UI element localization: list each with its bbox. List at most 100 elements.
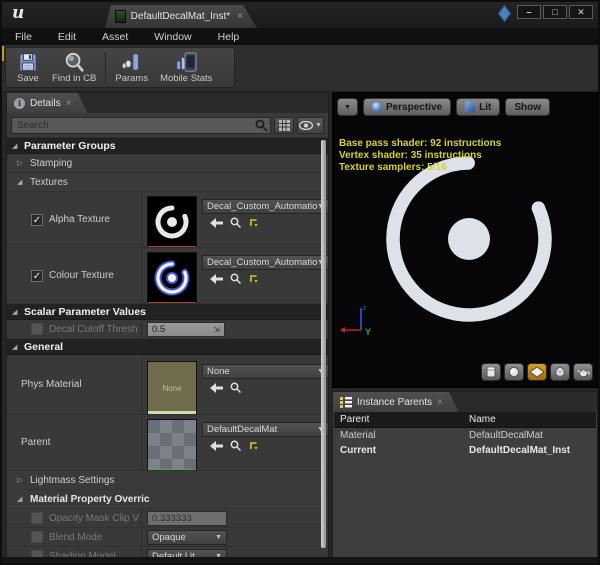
parent-thumbnail[interactable]: [147, 419, 197, 470]
mobile-stats-button[interactable]: Mobile Stats: [154, 50, 218, 85]
colour-texture-combo[interactable]: Decal_Custom_Automation_0000 ▼: [202, 255, 328, 270]
table-row[interactable]: Material DefaultDecalMat: [334, 428, 596, 443]
collapsed-arrow-icon: ▷: [17, 477, 23, 484]
menu-bar: File Edit Asset Window Help: [2, 28, 598, 45]
instance-parents-tab[interactable]: Instance Parents ×: [333, 392, 459, 412]
editor-window: u DefaultDecalMat_Inst* × – □ ✕ File Edi…: [0, 0, 600, 565]
menu-window[interactable]: Window: [141, 31, 204, 43]
expand-arrow-icon: ◢: [12, 343, 18, 351]
expand-arrow-icon: ◢: [12, 142, 18, 150]
details-scrollbar[interactable]: [321, 140, 326, 548]
row-decal-cutoff: Decal Cutoff Thresh 0.5 ⇲: [7, 320, 328, 339]
show-button[interactable]: Show: [505, 98, 550, 116]
menu-help[interactable]: Help: [205, 31, 253, 43]
row-parent: Parent DefaultDecalMat ▼: [7, 415, 328, 471]
cube-icon: [555, 366, 565, 378]
details-tab[interactable]: i Details ×: [7, 93, 87, 113]
viewport-toolbar: ▼ Perspective Lit Show: [337, 98, 550, 116]
property-matrix-button[interactable]: [274, 116, 294, 134]
alpha-texture-checkbox[interactable]: [31, 213, 43, 226]
params-button[interactable]: Params: [109, 50, 154, 85]
menu-file[interactable]: File: [2, 31, 45, 43]
opacity-mask-label-cell: Opacity Mask Clip V: [7, 509, 142, 527]
column-parent[interactable]: Parent: [334, 414, 469, 425]
window-bottom-edge: [2, 557, 598, 563]
axis-y-label: Y: [365, 327, 371, 337]
toolbar-well: Save Find in CB Params Mobile Stats: [5, 47, 235, 88]
table-header: Parent Name: [334, 412, 596, 428]
colour-texture-value-cell: Decal_Custom_Automation_0000 ▼: [142, 248, 328, 303]
colour-texture-checkbox[interactable]: [31, 269, 43, 282]
toolbar-separator: [105, 52, 107, 83]
view-options-button[interactable]: ▼: [297, 116, 324, 134]
tutorial-icon[interactable]: [497, 4, 512, 23]
reset-to-default-icon[interactable]: [248, 274, 258, 284]
decal-cutoff-value-cell: 0.5 ⇲: [142, 320, 328, 338]
details-panel: i Details × Search ▼ ◢ Parameter Groups …: [6, 92, 329, 559]
category-general[interactable]: ◢ General: [7, 339, 328, 355]
group-textures[interactable]: ◢ Textures: [7, 173, 328, 192]
parent-combo[interactable]: DefaultDecalMat ▼: [202, 422, 328, 437]
group-stamping[interactable]: ▷ Stamping: [7, 154, 328, 173]
lit-button[interactable]: Lit: [456, 98, 501, 116]
instance-parents-tab-close-icon[interactable]: ×: [437, 397, 443, 408]
asset-tab-close-icon[interactable]: ×: [237, 11, 243, 22]
minimize-button[interactable]: –: [517, 5, 541, 19]
perspective-button[interactable]: Perspective: [362, 98, 452, 116]
group-material-property-overrides[interactable]: ◢ Material Property Overric: [7, 490, 328, 509]
maximize-button[interactable]: □: [543, 5, 567, 19]
category-parameter-groups[interactable]: ◢ Parameter Groups: [7, 138, 328, 154]
colour-texture-label-cell: Colour Texture: [7, 248, 142, 303]
phys-material-label-cell: Phys Material: [7, 355, 142, 414]
axis-gizmo: z Y: [339, 302, 381, 343]
browse-magnifier-icon[interactable]: [230, 217, 241, 228]
find-in-cb-button[interactable]: Find in CB: [46, 50, 102, 85]
window-controls: – □ ✕: [517, 5, 593, 19]
alpha-texture-combo[interactable]: Decal_Custom_Automation_0001 ▼: [202, 199, 328, 214]
phys-material-thumbnail[interactable]: None: [147, 361, 197, 414]
phys-material-combo[interactable]: None ▼: [202, 364, 328, 379]
chevron-down-icon: ▼: [344, 103, 351, 111]
reset-to-default-icon[interactable]: [248, 218, 258, 228]
details-tab-close-icon[interactable]: ×: [66, 98, 72, 109]
table-row[interactable]: Current DefaultDecalMat_Inst: [334, 443, 596, 458]
menu-asset[interactable]: Asset: [89, 31, 141, 43]
column-name[interactable]: Name: [469, 414, 596, 425]
viewport-options-button[interactable]: ▼: [337, 98, 358, 116]
custom-mesh-shape-button[interactable]: [573, 363, 593, 381]
decal-cutoff-checkbox[interactable]: [31, 323, 43, 335]
material-asset-icon: [115, 10, 126, 23]
opacity-mask-checkbox[interactable]: [31, 512, 43, 524]
plane-shape-button[interactable]: [527, 363, 547, 381]
toolbar-accent: [2, 46, 4, 61]
menu-edit[interactable]: Edit: [45, 31, 89, 43]
use-selected-arrow-icon[interactable]: [210, 217, 223, 228]
opacity-mask-field[interactable]: 0.333333: [147, 511, 227, 526]
cube-shape-button[interactable]: [550, 363, 570, 381]
group-lightmass-settings[interactable]: ▷ Lightmass Settings: [7, 471, 328, 490]
browse-magnifier-icon[interactable]: [230, 440, 241, 451]
use-selected-arrow-icon[interactable]: [210, 273, 223, 284]
search-input[interactable]: [11, 116, 271, 134]
blend-mode-checkbox[interactable]: [31, 531, 43, 543]
use-selected-arrow-icon[interactable]: [210, 440, 223, 451]
use-selected-arrow-icon[interactable]: [210, 382, 223, 393]
cylinder-shape-button[interactable]: [481, 363, 501, 381]
browse-magnifier-icon[interactable]: [230, 382, 241, 393]
decal-cutoff-spinbox[interactable]: 0.5 ⇲: [147, 322, 225, 337]
details-tab-strip: i Details ×: [7, 93, 328, 113]
blend-mode-combo[interactable]: Opaque ▼: [147, 530, 227, 545]
asset-tab[interactable]: DefaultDecalMat_Inst* ×: [105, 5, 257, 28]
reset-to-default-icon[interactable]: [248, 441, 258, 451]
thumbnail-underline: [148, 411, 196, 414]
shader-stats: Base pass shader: 92 instructions Vertex…: [339, 138, 501, 174]
stat-base-pass: Base pass shader: 92 instructions: [339, 138, 502, 149]
browse-magnifier-icon[interactable]: [230, 273, 241, 284]
colour-texture-thumbnail[interactable]: [147, 252, 197, 303]
save-button[interactable]: Save: [10, 50, 46, 85]
category-scalar-parameter-values[interactable]: ◢ Scalar Parameter Values: [7, 304, 328, 320]
preview-viewport[interactable]: ▼ Perspective Lit Show Base pass shader:…: [332, 92, 598, 388]
sphere-shape-button[interactable]: [504, 363, 524, 381]
alpha-texture-thumbnail[interactable]: [147, 196, 197, 247]
close-button[interactable]: ✕: [569, 5, 593, 19]
